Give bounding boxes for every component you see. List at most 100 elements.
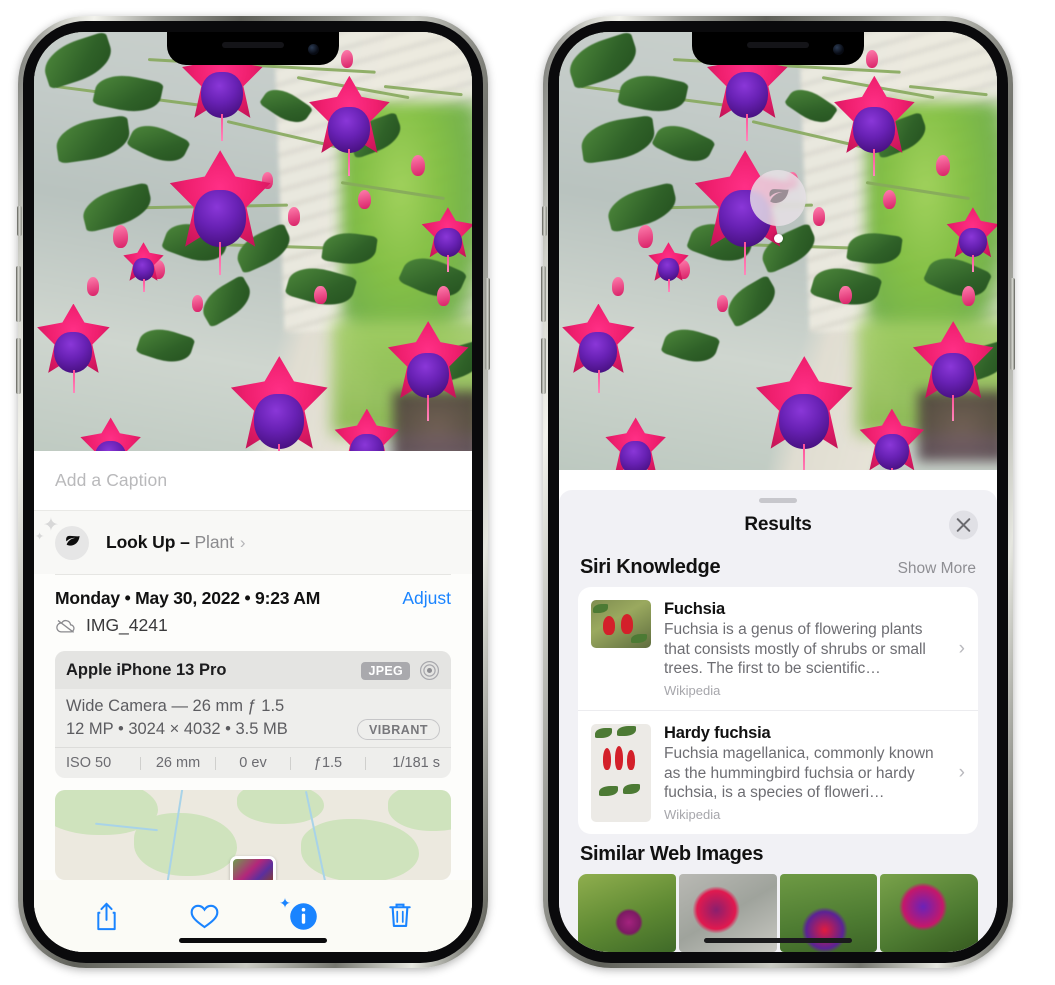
results-sheet: Results Siri Knowledge Show More Fuchsia… [559, 489, 997, 952]
volume-down-button[interactable] [16, 338, 21, 394]
volume-down-button[interactable] [541, 338, 546, 394]
lens-info: Wide Camera — 26 mm ƒ 1.5 [66, 697, 285, 715]
flower-bud [410, 154, 425, 176]
mute-switch[interactable] [542, 206, 547, 236]
volume-up-button[interactable] [16, 266, 21, 322]
photo-view[interactable] [34, 32, 472, 470]
flower-stamen [597, 369, 600, 394]
result-source: Wikipedia [664, 682, 721, 698]
flower-corolla [328, 107, 371, 153]
exif-value: ISO 50 [66, 755, 112, 771]
photo-view[interactable] [559, 32, 997, 470]
exif-card-body: Wide Camera — 26 mm ƒ 1.5 12 MP • 3024 ×… [55, 689, 451, 747]
look-up-separator: – [180, 532, 190, 552]
aperture-icon[interactable] [419, 660, 440, 681]
result-description: Fuchsia is a genus of flowering plants t… [664, 620, 926, 678]
result-thumbnail [591, 599, 651, 648]
screenshot-stage: Add a Caption ✦ ✦ Look Up – Plant › Mond… [0, 0, 1055, 985]
visual-lookup-badge[interactable] [750, 170, 806, 243]
exif-values-row: ISO 50 26 mm 0 ev ƒ1.5 1/181 s [55, 747, 451, 778]
fuchsia-flower [419, 207, 472, 273]
flower-corolla [875, 433, 909, 470]
thumb-flower [603, 615, 615, 635]
flower-bud [716, 294, 729, 312]
heart-icon[interactable] [189, 902, 220, 930]
share-icon[interactable] [93, 901, 120, 932]
earpiece-speaker [747, 42, 809, 48]
power-button[interactable] [1010, 278, 1015, 370]
mute-switch[interactable] [17, 206, 22, 236]
show-more-button[interactable]: Show More [898, 560, 976, 578]
flower-bud [813, 207, 826, 226]
exif-card[interactable]: Apple iPhone 13 Pro JPEG Wide Camera — 2… [55, 651, 451, 778]
results-title: Results [744, 513, 812, 535]
thumb-leaf [623, 783, 640, 794]
flower-bud [358, 189, 372, 210]
location-map-card[interactable] [55, 790, 451, 880]
fuchsia-flower [34, 303, 113, 394]
result-title: Hardy fuchsia [664, 723, 771, 742]
notch [167, 32, 339, 65]
flower-bud [883, 189, 897, 210]
info-icon[interactable]: ✦ [279, 895, 318, 931]
flower-bud [86, 277, 99, 296]
fuchsia-flower [752, 356, 857, 470]
caption-row[interactable]: Add a Caption [34, 451, 472, 511]
flower-bud [611, 277, 624, 296]
thumb-leaf [599, 785, 618, 796]
knowledge-card: Fuchsia Fuchsia is a genus of flowering … [578, 586, 978, 834]
map-photo-pin[interactable] [230, 856, 276, 880]
exif-value: 26 mm [155, 755, 201, 771]
fuchsia-flower [306, 75, 394, 176]
flower-stamen [221, 114, 224, 141]
front-camera-icon [833, 44, 844, 55]
plant-leaf [321, 229, 378, 268]
close-icon[interactable] [949, 510, 978, 540]
cloud-slash-icon [56, 619, 75, 633]
caption-input[interactable]: Add a Caption [55, 470, 167, 491]
fuchsia-flower [909, 321, 997, 421]
list-item[interactable]: Fuchsia Fuchsia is a genus of flowering … [578, 587, 978, 710]
image-specs: 12 MP • 3024 × 4032 • 3.5 MB [66, 720, 288, 738]
fuchsia-flower [647, 242, 691, 293]
chevron-right-icon: › [958, 637, 965, 659]
flower-stamen [744, 242, 747, 276]
fuchsia-flower [122, 242, 166, 293]
list-item[interactable]: Hardy fuchsia Fuchsia magellanica, commo… [578, 709, 978, 834]
home-indicator[interactable] [179, 938, 327, 943]
plant-leaf [135, 322, 196, 368]
thumb-leaf [631, 633, 647, 643]
flower-corolla [54, 331, 93, 373]
flower-stamen [972, 255, 975, 273]
look-up-row[interactable]: ✦ ✦ Look Up – Plant › [34, 511, 472, 574]
adjust-button[interactable]: Adjust [402, 588, 451, 609]
plant-leaf [578, 114, 658, 164]
sparkle-icon: ✦ [279, 894, 291, 911]
flower-corolla [201, 72, 244, 118]
home-indicator[interactable] [704, 938, 852, 943]
flower-corolla [932, 352, 975, 399]
flower-stamen [348, 149, 351, 176]
power-button[interactable] [485, 278, 490, 370]
flower-bud [961, 286, 976, 306]
trash-icon[interactable] [387, 901, 413, 931]
format-badge: JPEG [361, 661, 410, 680]
flower-stamen [447, 255, 450, 273]
similar-web-image[interactable] [578, 874, 676, 952]
similar-web-image[interactable] [880, 874, 978, 952]
leaf-glyph [65, 535, 80, 546]
fuchsia-plant [559, 32, 997, 470]
flower-stamen [952, 394, 955, 421]
thumb-leaf [595, 727, 612, 738]
flower-corolla [619, 441, 652, 470]
flower-bud [288, 207, 301, 226]
lookup-anchor-dot [773, 234, 783, 243]
volume-up-button[interactable] [541, 266, 546, 322]
leaf-icon [768, 188, 789, 203]
plant-leaf [660, 322, 721, 368]
flower-corolla [132, 258, 154, 281]
flower-corolla [959, 227, 987, 258]
flower-bud [935, 154, 950, 176]
flower-stamen [803, 444, 806, 470]
plant-leaf [846, 229, 903, 268]
